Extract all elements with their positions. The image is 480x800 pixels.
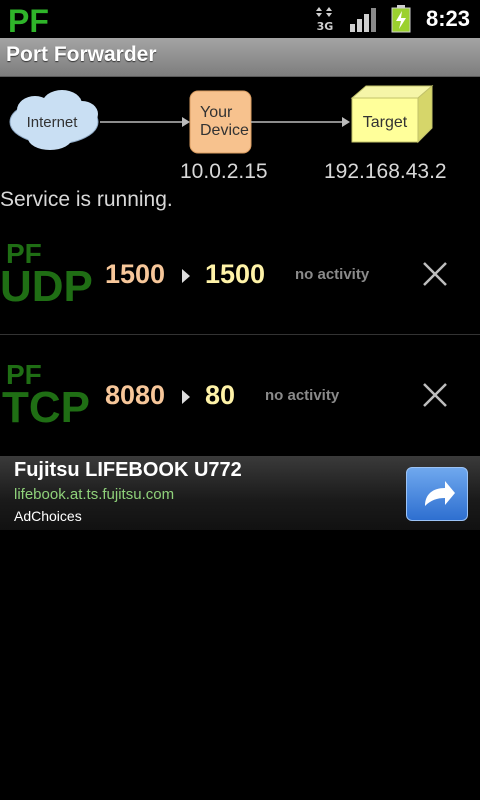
destination-port: 80: [205, 380, 236, 410]
device-ip: 10.0.2.15: [180, 160, 268, 183]
delete-rule-close-icon[interactable]: [420, 259, 450, 289]
app-title: Port Forwarder: [6, 43, 157, 66]
device-label-line1: Your: [200, 104, 233, 121]
internet-label: Internet: [27, 114, 79, 131]
activity-status: no activity: [265, 387, 340, 404]
ad-title[interactable]: Fujitsu LIFEBOOK U772: [14, 459, 242, 482]
signal-strength-icon: [350, 8, 376, 32]
ad-open-button[interactable]: [406, 467, 468, 521]
pf-logo-icon: PF: [8, 3, 48, 36]
source-port: 8080: [105, 380, 166, 410]
network-label: 3G: [316, 20, 334, 33]
ad-choices-link[interactable]: AdChoices: [14, 508, 82, 524]
ad-url[interactable]: lifebook.at.ts.fujitsu.com: [14, 486, 174, 503]
rule-divider: [0, 334, 480, 335]
battery-charging-icon: [391, 5, 411, 33]
tcp-protocol-icon: PF TCP: [2, 359, 90, 428]
your-device-box: Your Device: [189, 90, 252, 154]
connector-arrow: [342, 117, 350, 127]
forward-rule-udp[interactable]: PF UDP 1500 1500 no activity: [0, 233, 480, 333]
device-label-line2: Device: [200, 122, 249, 139]
status-bar: PF 3G 8:23: [0, 0, 480, 38]
connector-arrow: [182, 117, 190, 127]
forward-rule-tcp[interactable]: PF TCP 8080 80 no activity: [0, 354, 480, 454]
title-bar: Port Forwarder: [0, 38, 480, 77]
target-label: Target: [363, 114, 408, 131]
source-port: 1500: [105, 259, 166, 289]
forward-arrow-icon: [182, 269, 190, 283]
share-arrow-icon: [425, 481, 455, 506]
clock: 8:23: [425, 6, 470, 31]
network-3g-icon: 3G: [314, 6, 336, 33]
activity-status: no activity: [295, 266, 370, 283]
udp-protocol-icon: PF UDP: [0, 238, 93, 307]
network-diagram: Internet Your Device Target 10.0.2.15 19…: [0, 80, 480, 183]
svg-text:TCP: TCP: [2, 383, 90, 428]
forward-arrow-icon: [182, 390, 190, 404]
destination-port: 1500: [205, 259, 266, 289]
svg-text:UDP: UDP: [0, 262, 93, 307]
target-ip: 192.168.43.2: [324, 160, 447, 183]
service-status: Service is running.: [0, 188, 173, 211]
internet-cloud-icon: Internet: [9, 90, 99, 150]
svg-text:PF: PF: [8, 3, 48, 36]
target-box: Target: [350, 84, 434, 144]
delete-rule-close-icon[interactable]: [420, 380, 450, 410]
